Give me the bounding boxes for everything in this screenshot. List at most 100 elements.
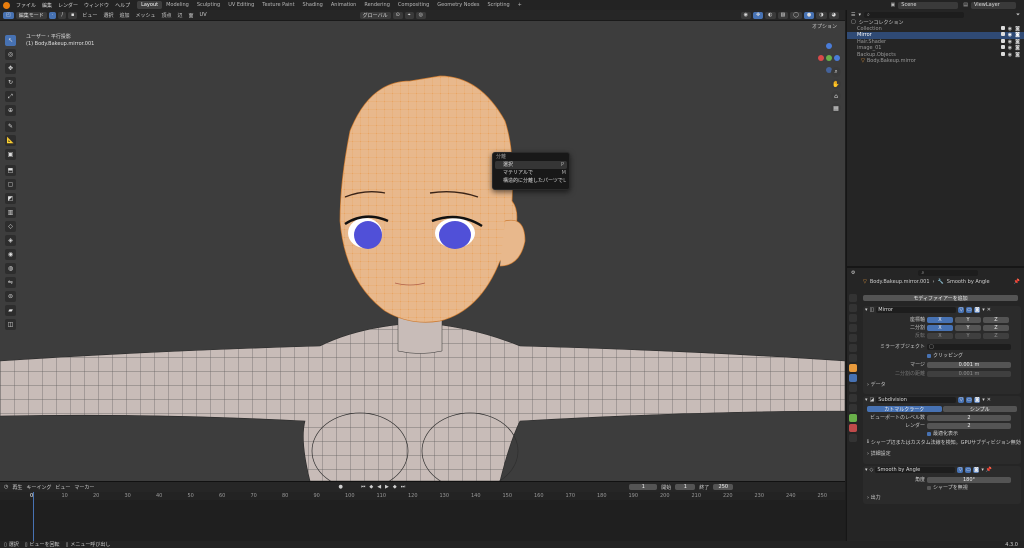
bevel-tool-icon[interactable]: ◩ bbox=[5, 193, 16, 204]
outliner-item[interactable]: ▽ Body.Bakeup.mirror bbox=[847, 58, 1024, 65]
snap-button[interactable]: ⌖ bbox=[404, 11, 414, 19]
advanced-subpanel-header[interactable]: › 詳細設定 bbox=[863, 448, 1021, 459]
extrude-tool-icon[interactable]: ⬒ bbox=[5, 165, 16, 176]
bisect-z-toggle[interactable]: Z bbox=[983, 324, 1009, 331]
menu-file[interactable]: ファイル bbox=[13, 2, 39, 9]
output-tab-icon[interactable] bbox=[849, 314, 857, 322]
tab-texture-paint[interactable]: Texture Paint bbox=[258, 1, 298, 9]
checkbox[interactable] bbox=[1000, 25, 1005, 30]
loop-cut-tool-icon[interactable]: ▥ bbox=[5, 207, 16, 218]
scale-tool-icon[interactable]: ⤢ bbox=[5, 91, 16, 102]
checkbox[interactable] bbox=[1000, 45, 1005, 50]
rip-tool-icon[interactable]: ◫ bbox=[5, 319, 16, 330]
projection-grid-icon[interactable]: ▦ bbox=[831, 103, 841, 113]
shading-wire-button[interactable]: ◯ bbox=[790, 11, 802, 19]
expand-arrow-icon[interactable]: ▾ bbox=[865, 467, 868, 473]
overlay-button[interactable]: ◐ bbox=[765, 11, 776, 19]
texture-tab-icon[interactable] bbox=[849, 434, 857, 442]
tab-rendering[interactable]: Rendering bbox=[360, 1, 394, 9]
timeline-menu-keying[interactable]: キーイング bbox=[26, 484, 51, 491]
object-tab-icon[interactable] bbox=[849, 364, 857, 372]
zoom-icon[interactable]: ⌕ bbox=[831, 67, 841, 77]
data-tab-icon[interactable] bbox=[849, 414, 857, 422]
add-modifier-button[interactable]: モディファイアーを追加 bbox=[863, 295, 1018, 302]
bisect-x-toggle[interactable]: X bbox=[927, 324, 953, 331]
eye-icon[interactable]: ◉ bbox=[1008, 52, 1012, 58]
add-workspace-button[interactable]: + bbox=[514, 1, 526, 9]
mirror-name-field[interactable]: Mirror bbox=[876, 307, 957, 313]
dropdown-icon[interactable]: ▾ bbox=[981, 467, 984, 473]
tab-compositing[interactable]: Compositing bbox=[394, 1, 433, 9]
jump-start-button[interactable]: ⏮ bbox=[361, 484, 366, 490]
viewport-options-button[interactable]: オプション bbox=[812, 23, 837, 30]
menu-item-by-material[interactable]: マテリアルで M bbox=[493, 169, 569, 177]
tab-scripting[interactable]: Scripting bbox=[483, 1, 513, 9]
render-toggle[interactable]: ◙ bbox=[974, 307, 981, 313]
current-frame-field[interactable]: 1 bbox=[629, 484, 658, 490]
outliner-search-input[interactable]: ⌕ bbox=[864, 11, 964, 18]
mode-selector[interactable]: 編集モード bbox=[15, 11, 47, 19]
timeline-menu-view[interactable]: ビュー bbox=[55, 484, 70, 491]
viewport-toggle[interactable]: ▭ bbox=[966, 397, 973, 403]
render-toggle[interactable]: ◙ bbox=[973, 467, 980, 473]
viewport-menu-uv[interactable]: UV bbox=[197, 12, 210, 18]
eye-icon[interactable]: ◉ bbox=[1008, 39, 1012, 45]
viewport-menu-face[interactable]: 面 bbox=[186, 12, 197, 19]
dropdown-icon[interactable]: ▾ bbox=[982, 397, 985, 403]
properties-search-input[interactable]: ⌕ bbox=[918, 269, 979, 276]
camera-icon[interactable]: ◙ bbox=[1015, 32, 1020, 38]
outliner-editor-icon[interactable]: ☰ bbox=[851, 12, 855, 18]
neg-x-axis-icon[interactable] bbox=[834, 55, 840, 61]
shading-material-button[interactable]: ◑ bbox=[816, 11, 827, 19]
viewport-toggle[interactable]: ▭ bbox=[965, 467, 972, 473]
angle-field[interactable]: 180° bbox=[927, 476, 1011, 483]
bisect-y-toggle[interactable]: Y bbox=[955, 324, 981, 331]
viewlayer-selector[interactable]: ViewLayer bbox=[971, 1, 1016, 9]
optimal-display-checkbox[interactable]: 最適化表示 bbox=[927, 430, 1011, 437]
axis-x-toggle[interactable]: X bbox=[927, 316, 953, 323]
viewport-menu-select[interactable]: 選択 bbox=[100, 12, 116, 19]
camera-icon[interactable]: ◙ bbox=[1015, 26, 1020, 32]
jump-key-forward-button[interactable]: ◆ bbox=[393, 484, 397, 490]
timeline-menu-playback[interactable]: 再生 bbox=[12, 484, 22, 491]
visibility-button[interactable]: ◉ bbox=[740, 11, 751, 19]
menu-window[interactable]: ウィンドウ bbox=[81, 2, 112, 9]
close-icon[interactable]: ✕ bbox=[987, 397, 991, 403]
camera-icon[interactable]: ⌂ bbox=[831, 91, 841, 101]
poly-build-tool-icon[interactable]: ◈ bbox=[5, 235, 16, 246]
checkbox[interactable] bbox=[1000, 38, 1005, 43]
frame-ruler[interactable]: 0 10 20 30 40 50 60 70 80 90 100 110 120 130 140 150 160… bbox=[0, 492, 845, 500]
menu-item-selection[interactable]: 選択 P bbox=[495, 161, 567, 169]
edge-slide-tool-icon[interactable]: ⇋ bbox=[5, 277, 16, 288]
annotate-tool-icon[interactable]: ✎ bbox=[5, 121, 16, 132]
viewport-menu-edge[interactable]: 辺 bbox=[175, 12, 186, 19]
end-frame-field[interactable]: 250 bbox=[713, 484, 734, 490]
viewport-menu-vertex[interactable]: 頂点 bbox=[158, 12, 174, 19]
camera-icon[interactable]: ◙ bbox=[1015, 52, 1020, 58]
eye-icon[interactable]: ◉ bbox=[1008, 26, 1012, 32]
playhead[interactable] bbox=[33, 492, 34, 542]
merge-field[interactable]: 0.001 m bbox=[927, 361, 1011, 368]
pivot-button[interactable]: ⊙ bbox=[392, 11, 403, 19]
select-tool-icon[interactable]: ↖ bbox=[5, 35, 16, 46]
tab-uv-editing[interactable]: UV Editing bbox=[224, 1, 258, 9]
eye-icon[interactable]: ◉ bbox=[1008, 32, 1012, 38]
menu-render[interactable]: レンダー bbox=[55, 2, 81, 9]
proportional-button[interactable]: ◎ bbox=[415, 11, 426, 19]
checkbox[interactable] bbox=[1000, 32, 1005, 37]
render-toggle[interactable]: ◙ bbox=[974, 397, 981, 403]
world-tab-icon[interactable] bbox=[849, 344, 857, 352]
tab-modeling[interactable]: Modeling bbox=[162, 1, 193, 9]
editor-type-button[interactable]: ◰ bbox=[3, 11, 14, 19]
editmode-toggle[interactable]: ▽ bbox=[958, 397, 965, 403]
render-levels-field[interactable]: 2 bbox=[927, 422, 1011, 429]
flip-y-toggle[interactable]: Y bbox=[955, 332, 981, 339]
simple-toggle[interactable]: シンプル bbox=[942, 406, 1017, 413]
dropdown-icon[interactable]: ▾ bbox=[982, 307, 985, 313]
orientation-selector[interactable]: グローバル bbox=[359, 11, 391, 19]
blender-logo-icon[interactable] bbox=[3, 1, 10, 9]
editmode-toggle[interactable]: ▽ bbox=[958, 307, 965, 313]
tool-tab-icon[interactable] bbox=[849, 294, 857, 302]
physics-tab-icon[interactable] bbox=[849, 394, 857, 402]
tab-geometry-nodes[interactable]: Geometry Nodes bbox=[433, 1, 483, 9]
